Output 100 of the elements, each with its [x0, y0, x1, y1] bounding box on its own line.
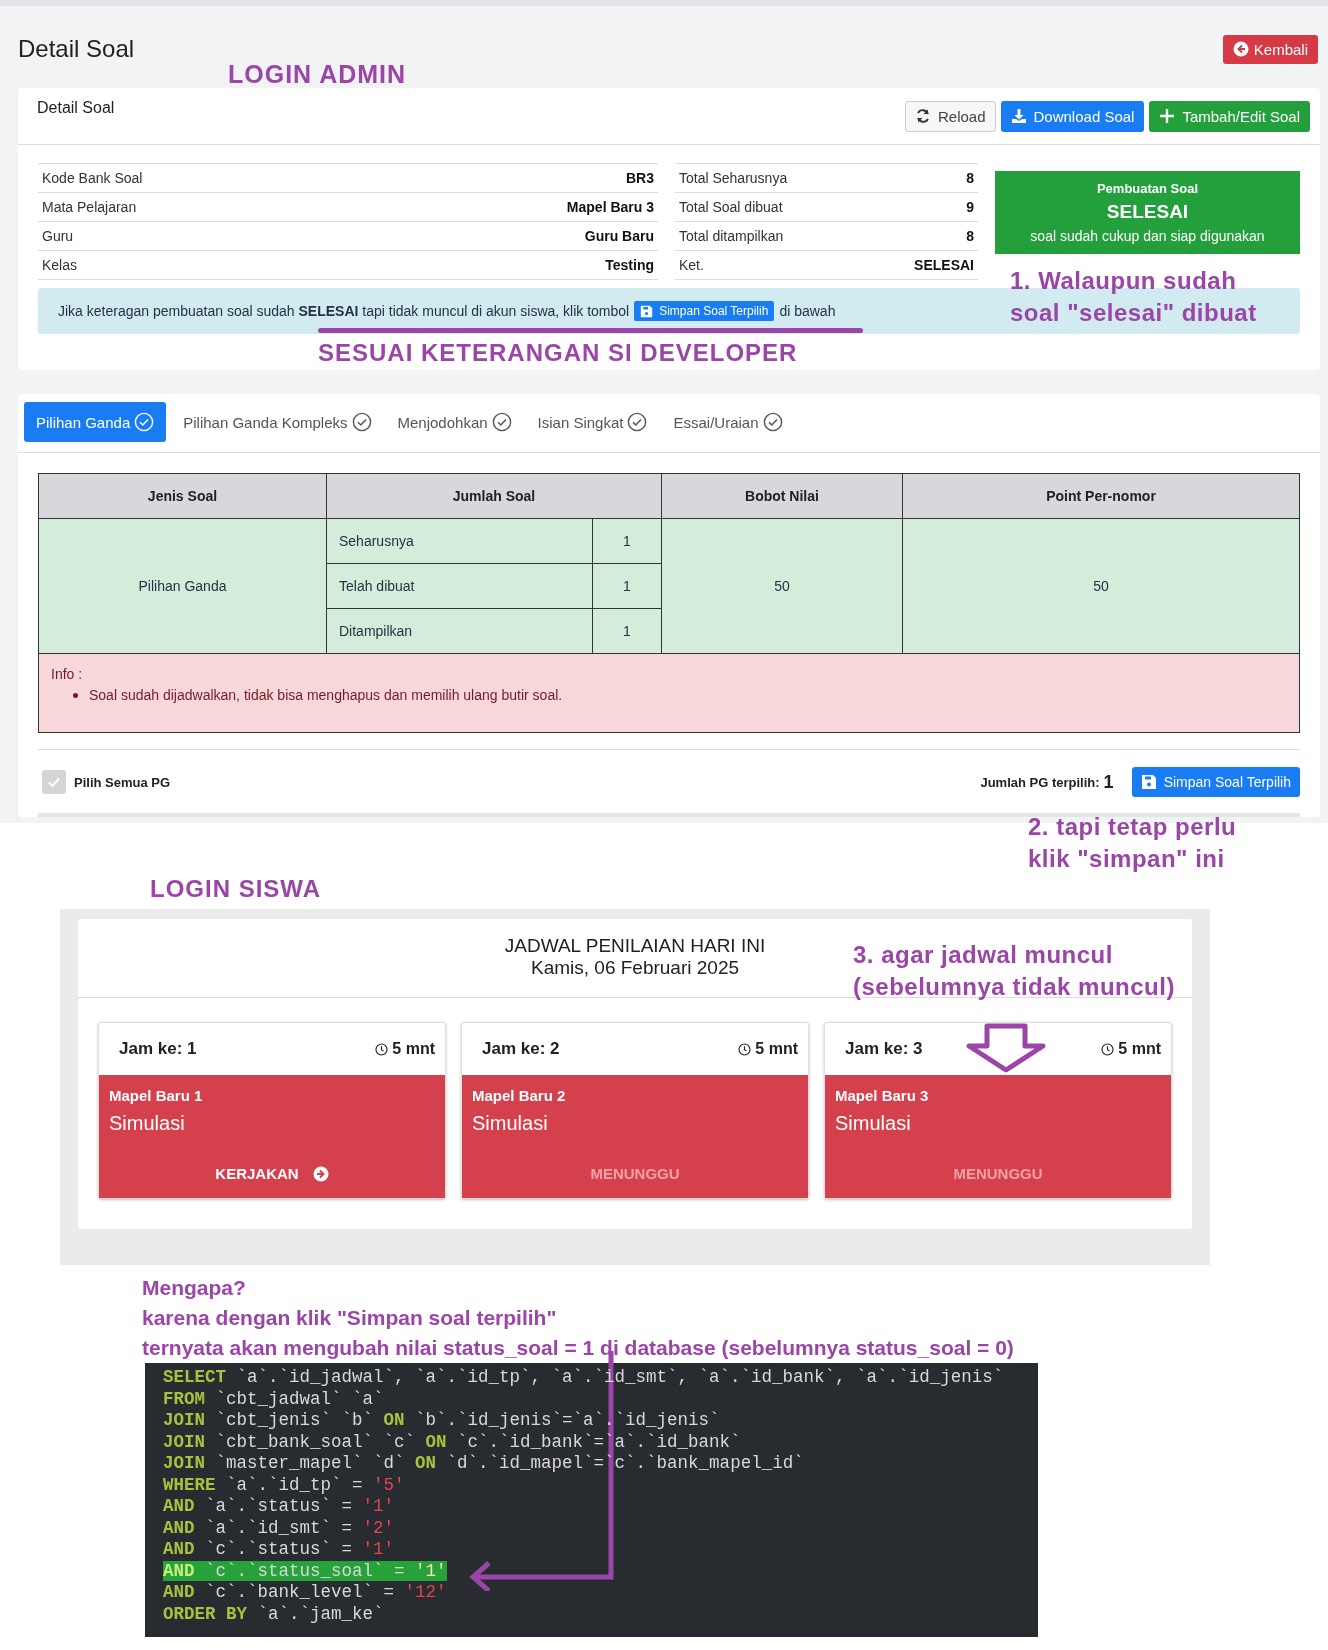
duration-text: 5 mnt — [1118, 1040, 1161, 1058]
annotation-text: 2. tapi tetap perlu — [1028, 812, 1237, 842]
clock-icon — [1101, 1042, 1115, 1056]
table-cell: Pilihan Ganda — [38, 518, 327, 654]
status-heading: Pembuatan Soal — [1096, 181, 1199, 196]
annotation-text: 1. Walaupun sudah — [1010, 266, 1238, 296]
download-icon — [1010, 108, 1027, 124]
code-line: AND `a`.`status` = '1' — [163, 1496, 395, 1516]
table-cell: Seharusnya — [326, 518, 593, 564]
table-cell: 50 — [661, 518, 903, 654]
info-value: 9 — [866, 192, 978, 222]
annotation-text: LOGIN SISWA — [150, 875, 321, 903]
annotation-text: klik "simpan" ini — [1028, 844, 1226, 874]
alert-text: Jika keteragan pembuatan soal sudah SELESAI tapi tidak muncul di akun siswa, klik tombol — [58, 303, 630, 319]
annotation-text: soal "selesai" dibuat — [1010, 298, 1257, 328]
waiting-status-text: MENUNGGU — [953, 1165, 1043, 1182]
checkbox-label: Pilih Semua PG — [74, 774, 171, 790]
info-label: Guru — [38, 221, 369, 251]
info-value: Testing — [368, 250, 658, 280]
column-header: Point Per-nomor — [902, 473, 1300, 519]
plus-icon — [1159, 108, 1176, 124]
add-button[interactable]: Tambah/Edit Soal — [1149, 100, 1310, 132]
annotation-text: (sebelumnya tidak muncul) — [853, 972, 1175, 1002]
exam-name: Simulasi — [109, 1112, 186, 1135]
code-line: ORDER BY `a`.`jam_ke` — [163, 1603, 384, 1624]
code-line: AND `c`.`bank_level` = '12' — [163, 1582, 447, 1602]
exam-name: Simulasi — [835, 1112, 912, 1135]
session-number: Jam ke: 3 — [845, 1039, 923, 1059]
info-value: SELESAI — [866, 250, 978, 280]
column-header: Jenis Soal — [38, 473, 327, 519]
count-value: 1 — [1103, 771, 1114, 793]
table-cell: Ditampilkan — [326, 608, 593, 654]
info-value: Guru Baru — [368, 221, 658, 251]
status-text: SELESAI — [1106, 201, 1189, 223]
table-cell: 1 — [592, 608, 662, 654]
check-circle-icon — [762, 412, 783, 432]
column-header: Bobot Nilai — [661, 473, 903, 519]
arrow-right-icon — [312, 1165, 329, 1182]
subject-name: Mapel Baru 2 — [472, 1087, 567, 1104]
tab[interactable]: Pilihan Ganda — [24, 402, 167, 442]
info-label: Kode Bank Soal — [38, 163, 369, 193]
exam-name: Simulasi — [472, 1112, 549, 1135]
clock-icon — [375, 1042, 389, 1056]
schedule-title: JADWAL PENILAIAN HARI INI — [504, 935, 766, 957]
check-circle-icon — [134, 412, 155, 432]
info-label: Total ditampilkan — [675, 221, 867, 251]
refresh-icon — [914, 108, 931, 124]
schedule-date: Kamis, 06 Februari 2025 — [530, 957, 740, 979]
table-cell: 50 — [902, 518, 1300, 654]
tab[interactable]: Menjodohkan — [388, 402, 521, 442]
check-circle-icon — [351, 412, 372, 432]
annotation-text: LOGIN ADMIN — [228, 60, 407, 89]
bullet-icon — [73, 692, 78, 698]
code-line: FROM `cbt_jadwal` `a` — [163, 1388, 384, 1409]
save-icon — [1140, 774, 1157, 790]
count-label: Jumlah PG terpilih: — [980, 774, 1100, 790]
annotation-text: 3. agar jadwal muncul — [853, 940, 1114, 970]
info-label: Ket. — [675, 250, 867, 280]
code-line: AND `c`.`status` = '1' — [163, 1539, 395, 1559]
waiting-status-text: MENUNGGU — [590, 1165, 680, 1182]
save-button[interactable]: Simpan Soal Terpilih — [634, 301, 775, 321]
tab[interactable]: Essai/Uraian — [664, 402, 792, 442]
back-button[interactable]: Kembali — [1222, 34, 1318, 64]
session-number: Jam ke: 1 — [119, 1039, 197, 1059]
tab[interactable]: Isian Singkat — [528, 402, 657, 442]
code-line: AND `a`.`id_smt` = '2' — [163, 1517, 395, 1538]
info-value: Mapel Baru 3 — [368, 192, 658, 222]
annotation-text: Mengapa? — [142, 1275, 247, 1301]
tab[interactable]: Pilihan Ganda Kompleks — [174, 402, 381, 442]
annotation-text: SESUAI KETERANGAN SI DEVELOPER — [318, 339, 798, 367]
session-number: Jam ke: 2 — [482, 1039, 560, 1059]
info-label: Total Seharusnya — [675, 163, 867, 193]
info-value: 8 — [866, 163, 978, 193]
duration-text: 5 mnt — [392, 1040, 435, 1058]
start-button[interactable]: KERJAKAN — [215, 1165, 329, 1182]
annotation-text: karena dengan klik "Simpan soal terpilih" — [142, 1305, 558, 1331]
save-icon — [640, 304, 654, 318]
table-cell: Telah dibuat — [326, 563, 593, 609]
status-note: soal sudah cukup dan siap digunakan — [1030, 228, 1265, 244]
info-title: Info : — [51, 666, 84, 682]
page-title: Detail Soal — [18, 35, 135, 63]
info-label: Total Soal dibuat — [675, 192, 867, 222]
info-text: Soal sudah dijadwalkan, tidak bisa menghapus dan memilih ulang butir soal. — [89, 687, 563, 703]
reload-button[interactable]: Reload — [904, 100, 996, 132]
table-cell: 1 — [592, 518, 662, 564]
check-circle-icon — [491, 412, 512, 432]
duration-text: 5 mnt — [755, 1040, 798, 1058]
clock-icon — [738, 1042, 752, 1056]
subject-name: Mapel Baru 1 — [109, 1087, 204, 1104]
check-circle-icon — [627, 412, 648, 432]
column-header: Jumlah Soal — [326, 473, 662, 519]
card-title: Detail Soal — [37, 98, 115, 117]
info-label: Mata Pelajaran — [38, 192, 369, 222]
code-line: WHERE `a`.`id_tp` = '5' — [163, 1474, 405, 1495]
alert-text: di bawah — [779, 303, 836, 319]
info-label: Kelas — [38, 250, 369, 280]
save-button[interactable]: Simpan Soal Terpilih — [1131, 767, 1300, 797]
download-button[interactable]: Download Soal — [1000, 100, 1145, 132]
subject-name: Mapel Baru 3 — [835, 1087, 930, 1104]
table-cell: 1 — [592, 563, 662, 609]
